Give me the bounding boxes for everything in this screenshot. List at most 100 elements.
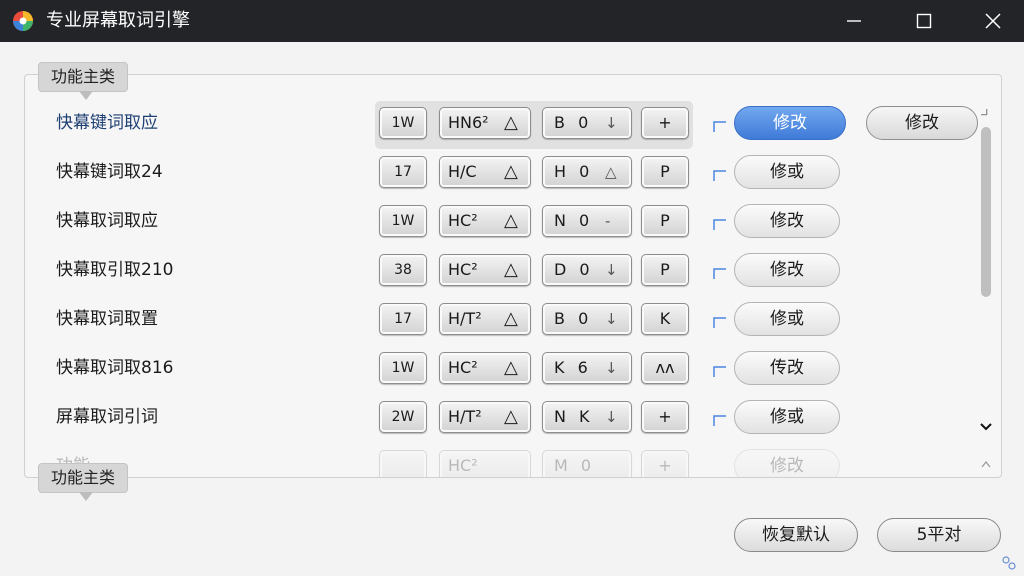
key-text: HC² [448,456,478,475]
key-cap-1[interactable] [379,450,427,477]
key-symbol: △ [504,259,518,280]
modify-button-secondary[interactable]: 修改 [866,106,978,140]
restore-defaults-button[interactable]: 恢复默认 [734,518,858,552]
key-symbol: ↓ [605,261,618,279]
row-label: 快幕键词取24 [56,162,163,182]
key-cap-4[interactable]: P [641,156,689,188]
key-cap-3[interactable]: N K ↓ [542,401,632,433]
modify-button[interactable]: 修改 [734,106,846,140]
scroll-up-icon[interactable] [981,109,991,119]
hotkey-group-box: 快幕键词取应 1W HN6² △ B 0 ↓ + 修改 修改 快幕键词取24 17 … [24,74,1002,478]
modify-button[interactable]: 修改 [734,449,840,477]
close-icon [985,13,1001,29]
hotkey-row: 快幕键词取应 1W HN6² △ B 0 ↓ + 修改 修改 [25,101,1001,149]
key-cap-4[interactable]: + [641,401,689,433]
key-text: HN6² [448,113,489,132]
hotkey-row: 快幕取词取816 1W HC² △ K 6 ↓ ʌʌ 传改 [25,348,1001,388]
key-cap-1[interactable]: 17 [379,156,427,188]
key-text: H 0 [554,162,594,181]
chevron-down-icon[interactable] [978,420,994,432]
key-text: N K [554,407,594,426]
connector-icon [713,317,726,328]
key-symbol: ↓ [605,310,618,328]
key-cap-4[interactable]: + [641,107,689,139]
key-text: HC² [448,211,478,230]
key-symbol: △ [605,163,617,181]
key-cap-2[interactable]: HC² △ [439,352,531,384]
row-label: 快幕取词取应 [56,211,158,231]
apply-button[interactable]: 5平对 [877,518,1001,552]
row-label: 快幕取词取816 [56,358,174,378]
row-label: 快幕取引取210 [56,260,174,280]
key-symbol: ↓ [605,359,618,377]
minimize-button[interactable] [823,0,885,42]
modify-button[interactable]: 传改 [734,351,840,385]
hotkey-row: 快幕取词取应 1W HC² △ N 0- P 修改 [25,201,1001,241]
key-cap-4[interactable]: ʌʌ [641,352,689,384]
key-symbol: ↓ [605,114,618,132]
modify-button[interactable]: 修改 [734,204,840,238]
key-cap-3[interactable]: N 0- [542,205,632,237]
key-cap-2[interactable]: HC² △ [439,254,531,286]
key-cap-3[interactable]: H 0 △ [542,156,632,188]
modify-button[interactable]: 修改 [734,253,840,287]
key-text: B 0 [554,309,593,328]
key-symbol: △ [504,210,518,231]
key-cap-1[interactable]: 1W [379,352,427,384]
minimize-icon [847,20,861,22]
key-cap-4[interactable]: + [641,450,689,477]
key-text: M 0 [554,456,596,475]
key-symbol: ↓ [605,408,618,426]
connector-icon [713,121,726,132]
hotkey-row: 快幕键词取24 17 H/C △ H 0 △ P 修或 [25,152,1001,192]
key-symbol: △ [504,112,518,133]
chevron-up-icon[interactable] [981,460,991,468]
key-cap-1[interactable]: 1W [379,107,427,139]
key-cap-4[interactable]: P [641,254,689,286]
key-cap-3[interactable]: B 0 ↓ [542,107,632,139]
key-cap-3[interactable]: K 6 ↓ [542,352,632,384]
row-label: 屏幕取词引词 [56,407,158,427]
connector-icon [713,415,726,426]
title-bar: 专业屏幕取词引擎 [0,0,1024,42]
key-cap-1[interactable]: 17 [379,303,427,335]
modify-button[interactable]: 修或 [734,302,840,336]
connector-icon [713,366,726,377]
key-cap-2[interactable]: H/T² △ [439,401,531,433]
resize-grip-icon[interactable] [1002,556,1016,570]
maximize-icon [916,13,932,29]
close-button[interactable] [962,0,1024,42]
key-cap-3[interactable]: B 0 ↓ [542,303,632,335]
key-text: B 0 [554,113,593,132]
hotkey-row: 快幕取词取置 17 H/T² △ B 0 ↓ K 修或 [25,299,1001,339]
key-cap-1[interactable]: 2W [379,401,427,433]
connector-icon [713,219,726,230]
key-symbol: △ [504,161,518,182]
key-cap-2[interactable]: HC² △ [439,205,531,237]
key-cap-4[interactable]: K [641,303,689,335]
scrollbar-track[interactable] [981,127,991,447]
row-label: 快幕取词取置 [56,309,158,329]
key-cap-1[interactable]: 38 [379,254,427,286]
key-text: HC² [448,260,478,279]
key-cap-2[interactable]: HC² [439,450,531,477]
scrollbar-thumb[interactable] [981,127,991,297]
key-cap-2[interactable]: H/C △ [439,156,531,188]
key-cap-2[interactable]: HN6² △ [439,107,531,139]
hotkey-row: 屏幕取词引词 2W H/T² △ N K ↓ + 修或 [25,397,1001,437]
key-cap-1[interactable]: 1W [379,205,427,237]
key-cap-3[interactable]: M 0 [542,450,632,477]
key-cap-3[interactable]: D 0 ↓ [542,254,632,286]
connector-icon [713,268,726,279]
modify-button[interactable]: 修或 [734,400,840,434]
group-label-top: 功能主类 [38,62,129,100]
key-text: D 0 [554,260,594,279]
key-cap-4[interactable]: P [641,205,689,237]
key-text: N 0 [554,211,594,230]
modify-button[interactable]: 修或 [734,155,840,189]
key-text: K 6 [554,358,592,377]
key-symbol: △ [504,308,518,329]
maximize-button[interactable] [893,0,955,42]
key-cap-2[interactable]: H/T² △ [439,303,531,335]
key-symbol: △ [504,357,518,378]
